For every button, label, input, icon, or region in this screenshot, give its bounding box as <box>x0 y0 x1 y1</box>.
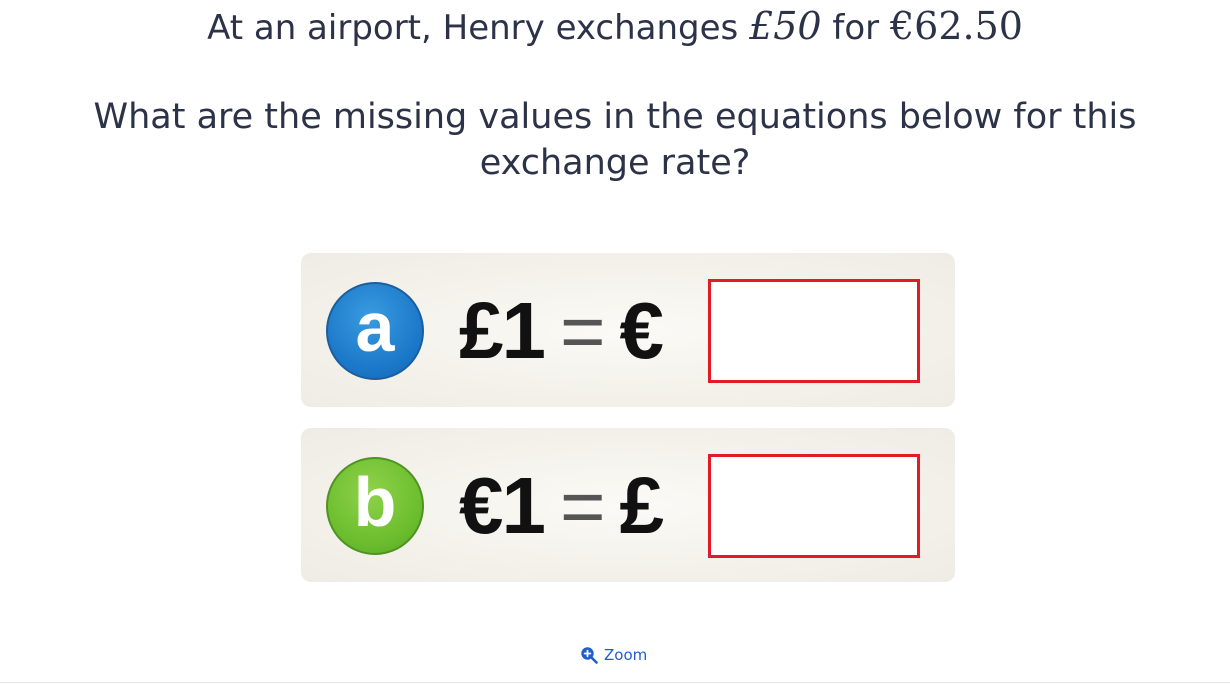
zoom-button[interactable]: Zoom <box>580 643 647 667</box>
answer-input-a[interactable] <box>708 279 920 383</box>
question-text: What are the missing values in the equat… <box>93 97 1137 183</box>
amount-euros: €62.50 <box>889 4 1023 48</box>
bottom-divider <box>0 682 1230 683</box>
equation-a: £1 = € <box>459 286 664 375</box>
equation-panel-b: b €1 = £ <box>301 428 955 582</box>
zoom-in-icon <box>580 646 598 664</box>
part-a-badge: a <box>326 282 424 380</box>
amount-pounds: £50 <box>749 4 822 48</box>
equation-panel-a: a £1 = € <box>301 253 955 407</box>
answer-input-b[interactable] <box>708 454 920 558</box>
equation-a-currency: € <box>619 286 664 375</box>
equation-a-equals: = <box>559 286 606 375</box>
part-a-letter: a <box>355 288 395 366</box>
intro-connector: for <box>821 8 890 48</box>
equation-a-left: £1 <box>459 286 546 375</box>
equation-b: €1 = £ <box>459 461 664 550</box>
part-b-letter: b <box>353 463 397 541</box>
zoom-label: Zoom <box>604 646 648 664</box>
part-b-badge: b <box>326 457 424 555</box>
equation-b-currency: £ <box>619 461 664 550</box>
equation-b-equals: = <box>559 461 606 550</box>
equation-b-left: €1 <box>459 461 546 550</box>
intro-text: At an airport, Henry exchanges £50 for €… <box>0 2 1230 52</box>
intro-prefix: At an airport, Henry exchanges <box>207 8 750 48</box>
